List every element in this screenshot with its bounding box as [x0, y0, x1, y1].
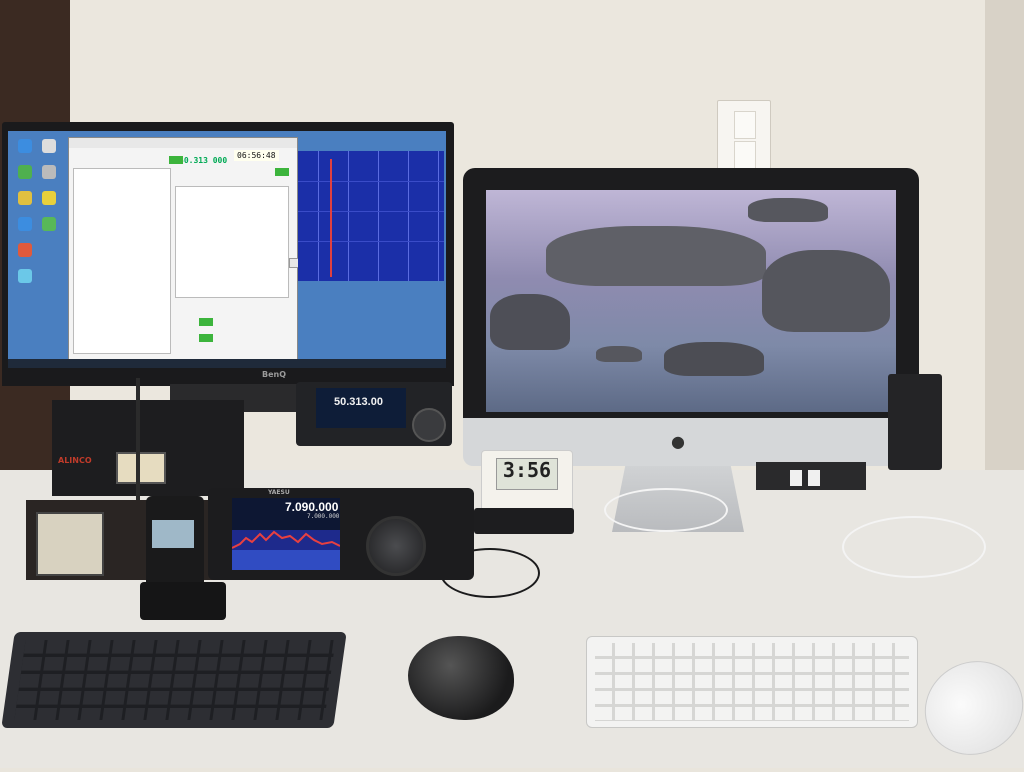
rock — [762, 250, 890, 332]
rock — [664, 342, 764, 376]
desktop-icon[interactable] — [18, 269, 32, 283]
desktop-icon[interactable] — [18, 165, 32, 179]
waterfall-display — [298, 151, 444, 281]
rock — [490, 294, 570, 350]
rock — [596, 346, 642, 362]
desktop-icon[interactable] — [18, 139, 32, 153]
power-supply — [888, 374, 942, 470]
desktop-icon[interactable] — [42, 217, 56, 231]
desktop-icon[interactable] — [42, 139, 56, 153]
desktop-icon[interactable] — [18, 217, 32, 231]
handheld-display — [152, 520, 194, 548]
benq-screen: 50.313 000 06:56:48 — [8, 131, 446, 369]
rock — [748, 198, 828, 222]
amplifier-meter — [116, 452, 166, 484]
benq-logo: BenQ — [262, 370, 287, 379]
status-button[interactable] — [169, 156, 183, 164]
usb-hub — [474, 508, 574, 534]
vhf-display — [316, 388, 406, 428]
swr-meter-dial — [36, 512, 104, 576]
desktop-icon[interactable] — [42, 165, 56, 179]
control-button[interactable] — [199, 334, 213, 342]
cable — [604, 488, 728, 532]
app-title-bar — [69, 138, 297, 148]
logging-app-window[interactable]: 50.313 000 06:56:48 — [68, 137, 305, 361]
vhf-frequency: 50.313.00 — [334, 396, 383, 408]
switch-rocker-top — [734, 111, 756, 139]
rock — [546, 226, 766, 286]
hf-main-dial[interactable] — [366, 516, 426, 576]
handheld-antenna — [136, 378, 140, 500]
dark-keyboard[interactable] — [1, 632, 347, 728]
qso-list — [73, 168, 171, 354]
switch-rocker-bottom — [734, 141, 756, 169]
hf-frequency: 7.090.000 — [285, 500, 339, 514]
desktop-icon[interactable] — [18, 243, 32, 257]
app-frequency: 50.313 000 — [179, 156, 228, 165]
cable — [842, 516, 986, 578]
imac-screen — [486, 190, 896, 412]
control-button[interactable] — [275, 168, 289, 176]
control-button[interactable] — [199, 318, 213, 326]
desktop-icon[interactable] — [18, 191, 32, 205]
message-list — [175, 186, 289, 298]
clock-time: 3:56 — [502, 458, 552, 482]
magic-keyboard[interactable] — [586, 636, 918, 728]
hf-sub-frequency: 7.000.000 — [307, 513, 340, 520]
hf-brand: YAESU — [268, 489, 290, 496]
signal-marker — [330, 159, 332, 277]
app-clock: 06:56:48 — [234, 150, 279, 161]
amplifier-brand: ALINCO — [58, 456, 92, 465]
plug — [790, 470, 802, 486]
light-switch — [717, 100, 771, 174]
apple-logo-icon: ● — [671, 432, 685, 451]
vhf-tuning-knob[interactable] — [412, 408, 446, 442]
desktop-icon[interactable] — [42, 191, 56, 205]
plug — [808, 470, 820, 486]
handheld-charger — [140, 582, 226, 620]
